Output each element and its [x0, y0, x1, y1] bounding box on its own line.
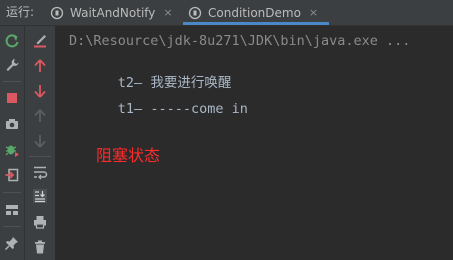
debug-button[interactable]: [2, 139, 22, 159]
print-button[interactable]: [30, 212, 50, 232]
trash-icon: [35, 240, 45, 254]
tab-waitandnotify[interactable]: WaitAndNotify ×: [50, 0, 173, 25]
dump-threads-button[interactable]: [2, 114, 22, 134]
pin-icon: [4, 237, 18, 251]
pencil-icon: [34, 35, 46, 48]
thread-name: t1: [117, 101, 135, 117]
rerun-icon: [5, 34, 19, 48]
toolbar-separator: [3, 226, 21, 227]
arrow-up-icon: [34, 59, 46, 72]
active-tab-indicator: [183, 22, 329, 25]
run-label: 运行:: [6, 5, 35, 19]
stop-icon: [7, 93, 17, 103]
console-command-line: D:\Resource\jdk-8u271\JDK\bin\java.exe .…: [69, 33, 411, 49]
wrench-icon: [6, 59, 19, 71]
java-class-icon: [50, 6, 64, 19]
arrow-up-disabled-icon: [34, 109, 46, 122]
settings-button[interactable]: [2, 55, 22, 75]
scroll-to-end-icon: [33, 189, 47, 203]
run-window: 运行: WaitAndNotify × ConditionDemo × D:\R…: [0, 0, 453, 260]
soft-wrap-button[interactable]: [30, 162, 50, 182]
tab-label: WaitAndNotify: [70, 5, 156, 20]
down-button[interactable]: [30, 81, 50, 101]
toolbar-separator: [29, 156, 51, 157]
close-icon[interactable]: ×: [309, 6, 318, 19]
java-class-icon: [188, 6, 202, 19]
tab-label: ConditionDemo: [208, 5, 301, 20]
clear-highlight-button[interactable]: [30, 31, 50, 51]
run-tab-bar: 运行: WaitAndNotify × ConditionDemo ×: [0, 0, 453, 26]
arrow-down-disabled-icon: [34, 135, 46, 148]
console-line: t1— -----come in: [69, 82, 248, 136]
run-toolbar-primary: [0, 26, 25, 260]
arrow-down-icon: [34, 85, 46, 98]
layout-icon: [6, 205, 18, 215]
down-disabled-button[interactable]: [30, 131, 50, 151]
run-toolbar-secondary: [25, 26, 56, 260]
scroll-to-end-button[interactable]: [30, 186, 50, 206]
output-text: -----come in: [150, 101, 248, 117]
pin-tab-button[interactable]: [2, 233, 22, 253]
print-icon: [34, 216, 46, 229]
blocked-state-annotation: 阻塞状态: [96, 146, 161, 165]
up-button[interactable]: [30, 56, 50, 76]
debug-bug-icon: [5, 145, 19, 157]
exit-icon: [5, 168, 19, 182]
stop-button[interactable]: [2, 88, 22, 108]
dash: —: [134, 101, 143, 117]
exit-button[interactable]: [2, 165, 22, 185]
camera-icon: [6, 119, 18, 129]
layout-button[interactable]: [2, 200, 22, 220]
soft-wrap-icon: [34, 166, 48, 180]
toolbar-separator: [3, 81, 21, 82]
toolbar-separator: [3, 192, 21, 193]
console-output[interactable]: D:\Resource\jdk-8u271\JDK\bin\java.exe .…: [56, 26, 453, 260]
up-disabled-button[interactable]: [30, 106, 50, 126]
close-icon[interactable]: ×: [163, 6, 172, 19]
rerun-button[interactable]: [2, 31, 22, 51]
clear-all-button[interactable]: [30, 237, 50, 257]
